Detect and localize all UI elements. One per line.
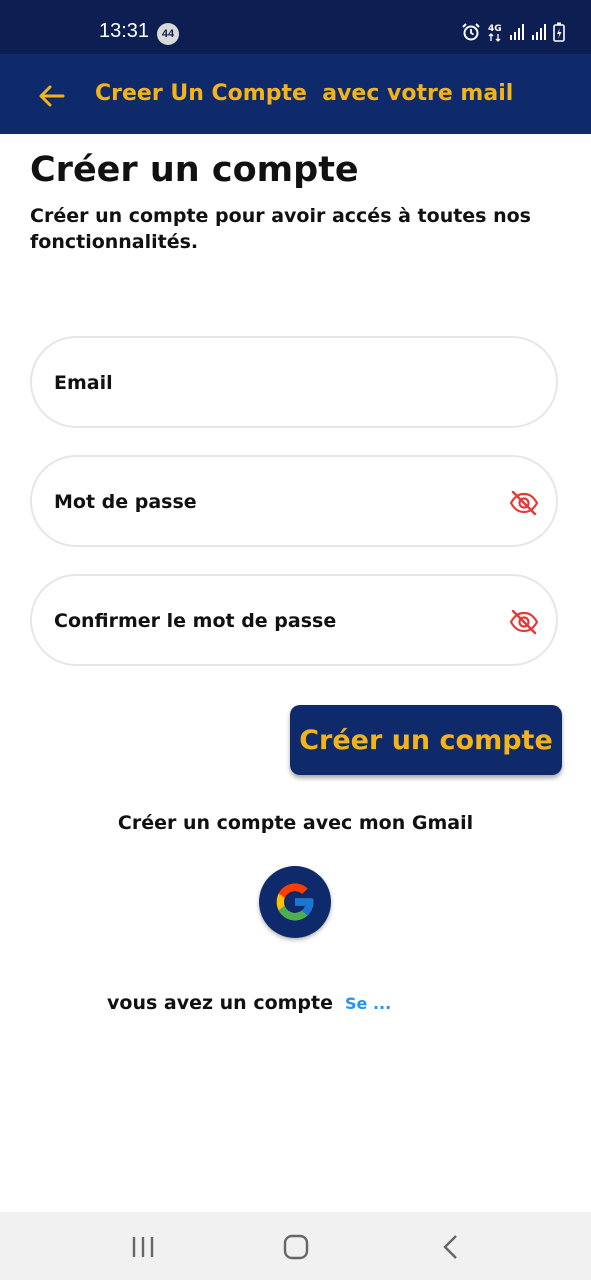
password-input[interactable] xyxy=(52,457,496,547)
page-subtitle: Créer un compte pour avoir accés à toute… xyxy=(30,205,531,253)
arrow-left-icon[interactable] xyxy=(36,80,68,112)
google-g-icon xyxy=(276,883,314,921)
signal-icon xyxy=(532,24,546,40)
have-account-text: vous avez un compte xyxy=(107,992,334,1014)
google-signup-button[interactable] xyxy=(259,866,331,938)
page-title: Créer un compte xyxy=(30,150,359,190)
alarm-icon xyxy=(462,23,480,41)
eye-off-icon[interactable] xyxy=(509,607,539,637)
system-nav-bar xyxy=(0,1212,591,1280)
status-bar: 13:31 44 4G xyxy=(0,0,591,54)
signal-icon xyxy=(510,24,524,40)
home-icon[interactable] xyxy=(276,1234,316,1260)
login-row: vous avez un compte Se ... xyxy=(107,992,391,1014)
confirm-password-input[interactable] xyxy=(52,576,496,666)
status-time: 13:31 xyxy=(99,20,150,42)
svg-text:4G: 4G xyxy=(488,24,502,34)
eye-off-icon[interactable] xyxy=(509,488,539,518)
app-bar-title: Creer Un Compte avec votre mail xyxy=(95,81,514,106)
notification-badge: 44 xyxy=(157,23,179,45)
back-icon[interactable] xyxy=(430,1234,470,1260)
email-field[interactable] xyxy=(30,336,558,428)
password-field[interactable] xyxy=(30,455,558,547)
email-input[interactable] xyxy=(52,338,496,428)
confirm-password-field[interactable] xyxy=(30,574,558,666)
create-account-button[interactable]: Créer un compte xyxy=(290,705,562,775)
4g-icon: 4G xyxy=(488,24,502,42)
app-bar: Creer Un Compte avec votre mail xyxy=(0,54,591,134)
battery-charging-icon xyxy=(553,22,565,42)
status-icons: 4G xyxy=(461,22,565,42)
recent-apps-icon[interactable] xyxy=(123,1234,163,1260)
gmail-signup-label: Créer un compte avec mon Gmail xyxy=(117,812,474,834)
login-link[interactable]: Se ... xyxy=(345,994,391,1013)
